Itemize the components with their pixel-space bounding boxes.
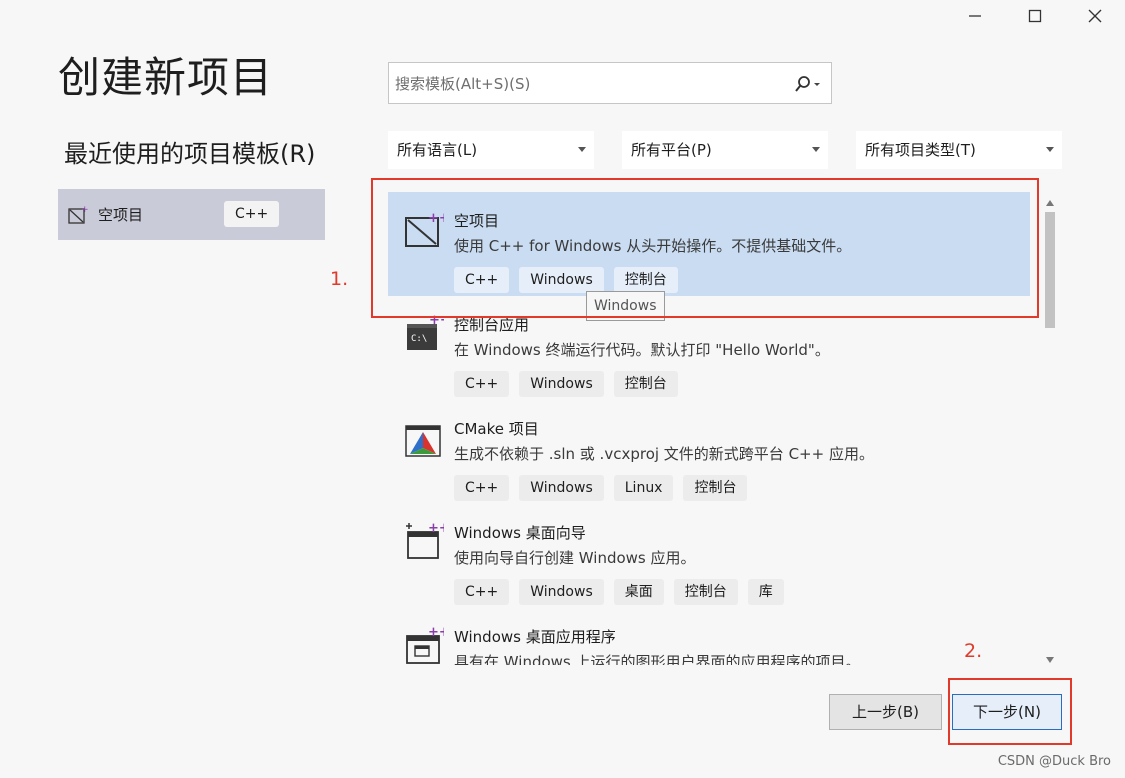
scroll-up-arrow-icon[interactable] xyxy=(1046,200,1054,206)
console-app-icon: C:\ ++ xyxy=(407,314,444,350)
svg-text:++: ++ xyxy=(428,626,444,640)
chevron-down-icon xyxy=(578,147,586,152)
back-button[interactable]: 上一步(B) xyxy=(829,694,942,730)
template-title: CMake 项目 xyxy=(454,420,539,438)
template-cmake-project[interactable]: CMake 项目 生成不依赖于 .sln 或 .vcxproj 文件的新式跨平台… xyxy=(388,400,1030,504)
template-desktop-wizard[interactable]: ++ Windows 桌面向导 使用向导自行创建 Windows 应用。 C++… xyxy=(388,504,1030,608)
close-icon xyxy=(1088,9,1102,23)
empty-project-icon: ++ xyxy=(68,205,88,224)
search-placeholder: 搜索模板(Alt+S)(S) xyxy=(395,75,531,93)
tag: Windows xyxy=(519,371,604,397)
language-filter-dropdown[interactable]: 所有语言(L) xyxy=(388,131,594,169)
chevron-down-icon xyxy=(1046,147,1054,152)
next-button[interactable]: 下一步(N) xyxy=(952,694,1062,730)
recent-item-tag: C++ xyxy=(224,201,280,227)
template-title: Windows 桌面应用程序 xyxy=(454,628,616,646)
tag: Linux xyxy=(613,475,674,501)
cmake-icon xyxy=(405,425,441,457)
tag: C++ xyxy=(454,371,510,397)
template-tags: C++ Windows 控制台 xyxy=(454,371,678,397)
tag: C++ xyxy=(454,475,510,501)
template-description: 生成不依赖于 .sln 或 .vcxproj 文件的新式跨平台 C++ 应用。 xyxy=(454,445,874,463)
back-button-label: 上一步(B) xyxy=(852,703,919,721)
template-list-scrollbar[interactable] xyxy=(1043,190,1057,670)
scroll-down-arrow-icon[interactable] xyxy=(1046,657,1054,663)
page-title: 创建新项目 xyxy=(58,53,274,102)
minimize-button[interactable] xyxy=(952,0,998,32)
recent-templates-heading-text: 最近使用的项目模板(R) xyxy=(64,140,316,168)
tag: 桌面 xyxy=(613,579,664,605)
platform-filter-label: 所有平台(P) xyxy=(631,141,712,159)
recent-templates-heading: 最近使用的项目模板(R) xyxy=(64,134,315,169)
tag: 库 xyxy=(747,579,784,605)
maximize-button[interactable] xyxy=(1012,0,1058,32)
tag: 控制台 xyxy=(683,475,748,501)
svg-text:C:\: C:\ xyxy=(411,334,427,344)
svg-text:++: ++ xyxy=(81,205,88,215)
language-filter-label: 所有语言(L) xyxy=(397,141,478,159)
tag: Windows xyxy=(519,579,604,605)
project-type-filter-dropdown[interactable]: 所有项目类型(T) xyxy=(856,131,1062,169)
template-desktop-app[interactable]: ++ Windows 桌面应用程序 具有在 Windows 上运行的图形用户界面… xyxy=(388,608,1030,665)
watermark: CSDN @Duck Bro xyxy=(997,754,1111,769)
annotation-box-selected-template xyxy=(371,178,1039,318)
search-icon xyxy=(795,76,820,92)
template-tags: C++ Windows Linux 控制台 xyxy=(454,475,748,501)
tag: 控制台 xyxy=(673,579,738,605)
maximize-icon xyxy=(1028,9,1042,23)
recent-item-empty-project[interactable]: ++ 空项目 C++ xyxy=(58,189,325,240)
recent-item-label: 空项目 xyxy=(98,206,144,224)
next-button-label: 下一步(N) xyxy=(973,703,1041,721)
minimize-icon xyxy=(969,15,981,17)
scrollbar-thumb[interactable] xyxy=(1045,212,1055,328)
annotation-label-2: 2. xyxy=(964,640,983,662)
template-description: 在 Windows 终端运行代码。默认打印 "Hello World"。 xyxy=(454,341,830,359)
annotation-label-1: 1. xyxy=(330,268,349,290)
search-input[interactable]: 搜索模板(Alt+S)(S) xyxy=(388,62,832,104)
close-button[interactable] xyxy=(1072,0,1118,32)
template-title: Windows 桌面向导 xyxy=(454,524,586,542)
template-description: 使用向导自行创建 Windows 应用。 xyxy=(454,549,696,567)
template-tags: C++ Windows 桌面 控制台 库 xyxy=(454,579,784,605)
tag: C++ xyxy=(454,579,510,605)
desktop-app-icon: ++ xyxy=(406,626,444,664)
platform-filter-dropdown[interactable]: 所有平台(P) xyxy=(622,131,828,169)
svg-text:++: ++ xyxy=(428,522,444,536)
tag: 控制台 xyxy=(613,371,678,397)
project-type-filter-label: 所有项目类型(T) xyxy=(865,141,976,159)
tag: Windows xyxy=(519,475,604,501)
desktop-wizard-icon: ++ xyxy=(406,522,444,559)
template-description: 具有在 Windows 上运行的图形用户界面的应用程序的项目。 xyxy=(454,653,861,665)
chevron-down-icon xyxy=(812,147,820,152)
